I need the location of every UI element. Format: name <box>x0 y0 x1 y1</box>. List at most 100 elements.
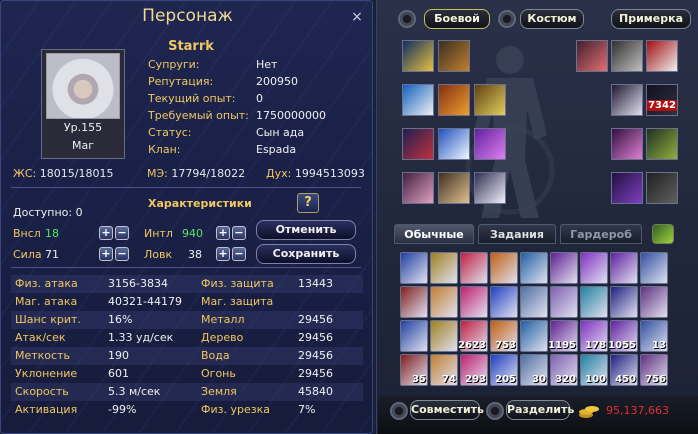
stat-value: -99% <box>108 403 137 416</box>
tab-costume[interactable]: Костюм <box>520 9 584 29</box>
inventory-slot[interactable]: 1055 <box>608 320 638 352</box>
inventory-slot[interactable] <box>430 252 458 284</box>
inventory-slot[interactable] <box>610 286 638 318</box>
plus-button[interactable]: + <box>216 226 230 240</box>
gear-icon[interactable] <box>398 10 416 28</box>
minus-button[interactable]: − <box>115 247 129 261</box>
inventory-slot[interactable] <box>520 252 548 284</box>
equip-slot-16[interactable]: 7342 <box>646 84 678 116</box>
inventory-slot[interactable] <box>550 286 578 318</box>
stat-label: Земля <box>201 385 237 398</box>
inventory-slot[interactable]: 30 <box>520 354 548 386</box>
avatar <box>46 53 120 119</box>
stat-value: 5.3 м/сек <box>108 385 161 398</box>
equip-slot-2[interactable] <box>438 40 470 72</box>
table-row: Меткость 190 Вода 29456 <box>11 347 363 365</box>
inventory-slot[interactable]: 1195 <box>548 320 578 352</box>
attribute-value: 940 <box>182 227 203 240</box>
inventory-slot[interactable]: 753 <box>490 320 518 352</box>
stat-value: 29456 <box>298 331 333 344</box>
inventory-slot[interactable]: 756 <box>640 354 668 386</box>
inventory-slot[interactable]: 293 <box>460 354 488 386</box>
inventory-slot[interactable]: 35 <box>400 354 428 386</box>
inventory-slot[interactable] <box>640 286 668 318</box>
inventory-slot[interactable]: 74 <box>430 354 458 386</box>
tab-combat[interactable]: Боевой <box>424 9 490 29</box>
help-button[interactable]: ? <box>297 193 319 213</box>
equip-slot-17[interactable] <box>611 128 643 160</box>
inventory-slot[interactable] <box>610 252 638 284</box>
info-row-required-exp: Требуемый опыт: 1750000000 <box>148 109 368 125</box>
plus-button[interactable]: + <box>99 247 113 261</box>
equip-slot-4[interactable] <box>438 84 470 116</box>
inventory-slot[interactable] <box>520 286 548 318</box>
attribute-value: 38 <box>188 248 202 261</box>
equip-slot-12[interactable] <box>576 40 608 72</box>
equip-slot-7[interactable] <box>438 128 470 160</box>
inventory-slot[interactable] <box>640 252 668 284</box>
info-key: Статус: <box>148 126 192 139</box>
equip-slot-11[interactable] <box>474 172 506 204</box>
item-count-badge: 7342 <box>647 100 677 111</box>
info-value: 0 <box>256 92 263 105</box>
inventory-slot[interactable] <box>400 320 428 352</box>
stat-value: 601 <box>108 367 129 380</box>
tab-wardrobe[interactable]: Гардероб <box>560 224 642 244</box>
stat-label: Физ. атака <box>15 277 78 290</box>
minus-button[interactable]: − <box>232 226 246 240</box>
equip-slot-1[interactable] <box>402 40 434 72</box>
split-button[interactable]: Разделить <box>506 400 574 420</box>
stat-value: 40321-44179 <box>108 295 182 308</box>
equip-slot-18[interactable] <box>646 128 678 160</box>
minus-button[interactable]: − <box>115 226 129 240</box>
combine-button[interactable]: Совместить <box>410 400 484 420</box>
equip-slot-20[interactable] <box>646 172 678 204</box>
info-key: Клан: <box>148 143 181 156</box>
equip-slot-5[interactable] <box>474 84 506 116</box>
equip-slot-13[interactable] <box>611 40 643 72</box>
equip-slot-3[interactable] <box>402 84 434 116</box>
inventory-slot[interactable]: 320 <box>550 354 578 386</box>
equip-slot-6[interactable] <box>402 128 434 160</box>
equip-slot-9[interactable] <box>402 172 434 204</box>
inventory-slot[interactable] <box>580 252 608 284</box>
equip-slot-14[interactable] <box>646 40 678 72</box>
inventory-slot[interactable]: 13 <box>640 320 668 352</box>
equip-slot-10[interactable] <box>438 172 470 204</box>
equip-slot-15[interactable] <box>611 84 643 116</box>
sort-icon[interactable] <box>652 224 674 244</box>
inventory-slot[interactable]: 2623 <box>458 320 488 352</box>
plus-button[interactable]: + <box>216 247 230 261</box>
inventory-slot[interactable] <box>400 252 428 284</box>
inventory-slot[interactable] <box>430 320 458 352</box>
inventory-slot[interactable]: 178 <box>580 320 608 352</box>
inventory-slot[interactable] <box>550 252 578 284</box>
plus-button[interactable]: + <box>99 226 113 240</box>
stat-value: 16% <box>108 313 133 326</box>
minus-button[interactable]: − <box>232 247 246 261</box>
inventory-slot[interactable]: 205 <box>490 354 518 386</box>
inventory-slot[interactable] <box>580 286 608 318</box>
tab-quests[interactable]: Задания <box>478 224 556 244</box>
mp-value: 17794/18022 <box>171 167 246 180</box>
gear-icon[interactable] <box>498 10 516 28</box>
inventory-slot[interactable] <box>490 286 518 318</box>
inventory-slot[interactable] <box>520 320 548 352</box>
inventory-slot[interactable] <box>460 252 488 284</box>
inventory-slot[interactable]: 450 <box>610 354 638 386</box>
gold-icon <box>578 402 600 420</box>
inventory-slot[interactable]: 100 <box>580 354 608 386</box>
inventory-slot[interactable] <box>430 286 458 318</box>
equip-slot-19[interactable] <box>611 172 643 204</box>
preview-button[interactable]: Примерка <box>611 9 691 29</box>
tab-common[interactable]: Обычные <box>394 224 474 244</box>
inventory-slot[interactable] <box>460 286 488 318</box>
attribute-label: Сила <box>13 248 42 261</box>
close-icon[interactable]: × <box>350 10 364 24</box>
inventory-slot[interactable] <box>490 252 518 284</box>
inventory-slot[interactable] <box>400 286 428 318</box>
equip-slot-8[interactable] <box>474 128 506 160</box>
attribute-label: Ловк <box>144 248 173 261</box>
cancel-button[interactable]: Отменить <box>256 220 356 240</box>
save-button[interactable]: Сохранить <box>256 244 356 264</box>
